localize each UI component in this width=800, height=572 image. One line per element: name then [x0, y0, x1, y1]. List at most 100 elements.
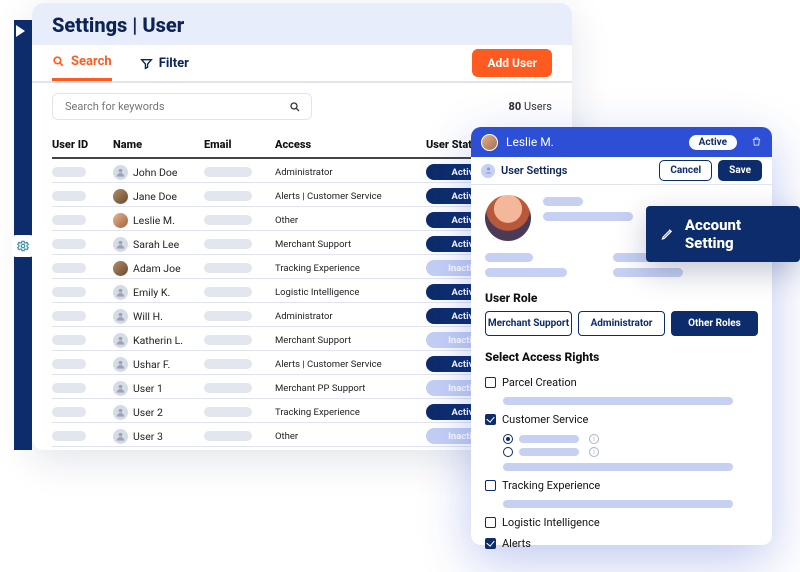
cell-name: User 2: [113, 405, 198, 420]
add-user-button[interactable]: Add User: [472, 49, 552, 77]
placeholder-pill: [204, 359, 252, 369]
cell-email: [204, 215, 269, 225]
cell-name: Adam Joe: [113, 261, 198, 276]
access-right-label: Alerts: [502, 537, 531, 550]
access-right-item[interactable]: Logistic Intelligence: [485, 516, 758, 529]
placeholder-pill: [52, 311, 86, 321]
cell-access: Other: [275, 431, 420, 442]
profile-avatar[interactable]: [485, 195, 531, 241]
placeholder-pill: [52, 431, 86, 441]
panel-user-name: Leslie M.: [506, 135, 554, 149]
cancel-button[interactable]: Cancel: [659, 160, 712, 181]
info-icon[interactable]: i: [589, 447, 599, 457]
cell-name: John Doe: [113, 165, 198, 180]
avatar: [113, 333, 128, 348]
avatar: [113, 357, 128, 372]
placeholder-bar: [519, 448, 579, 456]
cell-name: Emily K.: [113, 285, 198, 300]
save-button[interactable]: Save: [718, 160, 762, 181]
cell-email: [204, 431, 269, 441]
cell-user-id: [52, 215, 107, 225]
access-right-label: Customer Service: [502, 413, 588, 426]
checkbox[interactable]: [485, 538, 496, 549]
avatar: [113, 381, 128, 396]
account-setting-badge[interactable]: Account Setting: [646, 206, 800, 262]
account-setting-label: Account Setting: [685, 216, 786, 252]
panel-status-pill[interactable]: Active: [689, 135, 737, 150]
placeholder-pill: [204, 263, 252, 273]
cell-name: Sarah Lee: [113, 237, 198, 252]
placeholder-pill: [204, 407, 252, 417]
placeholder-pill: [52, 407, 86, 417]
user-name-label: Leslie M.: [133, 214, 175, 227]
cell-access: Administrator: [275, 311, 420, 322]
col-email: Email: [204, 138, 269, 151]
cell-access: Administrator: [275, 167, 420, 178]
user-name-label: Adam Joe: [133, 262, 181, 275]
access-right-item[interactable]: Parcel Creation: [485, 376, 758, 389]
access-right-item[interactable]: Alerts: [485, 537, 758, 550]
user-name-label: Sarah Lee: [133, 238, 179, 251]
checkbox[interactable]: [485, 517, 496, 528]
radio-option[interactable]: i: [503, 434, 758, 444]
cell-access: Logistic Intelligence: [275, 287, 420, 298]
cell-user-id: [52, 167, 107, 177]
tab-filter[interactable]: Filter: [140, 56, 189, 71]
tab-search-label: Search: [71, 54, 112, 69]
placeholder-line: [613, 268, 683, 277]
cell-name: Will H.: [113, 309, 198, 324]
search-input[interactable]: [63, 99, 283, 114]
placeholder-pill: [52, 383, 86, 393]
rail-settings-item[interactable]: [12, 235, 34, 257]
left-rail: [14, 20, 32, 450]
trash-icon: [751, 135, 762, 148]
cell-name: Jane Doe: [113, 189, 198, 204]
checkbox[interactable]: [485, 414, 496, 425]
radio-option[interactable]: i: [503, 447, 758, 457]
cell-access: Merchant Support: [275, 239, 420, 250]
checkbox[interactable]: [485, 377, 496, 388]
cell-access: Merchant PP Support: [275, 383, 420, 394]
role-button[interactable]: Administrator: [578, 311, 665, 336]
cell-email: [204, 311, 269, 321]
placeholder-pill: [204, 191, 252, 201]
info-icon[interactable]: i: [589, 434, 599, 444]
avatar: [113, 213, 128, 228]
placeholder-pill: [52, 263, 86, 273]
access-right-item[interactable]: Customer Service: [485, 413, 758, 426]
placeholder-pill: [52, 335, 86, 345]
placeholder-line: [485, 268, 567, 277]
cell-email: [204, 335, 269, 345]
access-right-item[interactable]: Tracking Experience: [485, 479, 758, 492]
placeholder-pill: [204, 335, 252, 345]
placeholder-pill: [52, 287, 86, 297]
panel-subtitle: User Settings: [501, 164, 567, 177]
panel-avatar: [481, 134, 498, 151]
cell-access: Other: [275, 215, 420, 226]
access-right-label: Tracking Experience: [502, 479, 600, 492]
user-name-label: User 2: [133, 406, 163, 419]
access-right-label: Parcel Creation: [502, 376, 577, 389]
user-name-label: John Doe: [133, 166, 177, 179]
placeholder-pill: [52, 239, 86, 249]
search-input-wrap[interactable]: [52, 93, 312, 120]
role-button[interactable]: Merchant Support: [485, 311, 572, 336]
cell-name: Leslie M.: [113, 213, 198, 228]
cell-user-id: [52, 431, 107, 441]
checkbox[interactable]: [485, 480, 496, 491]
role-button[interactable]: Other Roles: [671, 311, 758, 336]
placeholder-pill: [204, 239, 252, 249]
radio[interactable]: [503, 447, 513, 457]
cell-email: [204, 191, 269, 201]
cell-user-id: [52, 407, 107, 417]
cell-access: Tracking Experience: [275, 407, 420, 418]
placeholder-line: [543, 197, 583, 206]
toolbar: Search Filter Add User: [32, 45, 572, 83]
radio[interactable]: [503, 434, 513, 444]
delete-user-button[interactable]: [751, 133, 762, 152]
user-count: 80 Users: [509, 100, 552, 113]
cell-access: Alerts | Customer Service: [275, 191, 420, 202]
tab-search[interactable]: Search: [52, 45, 112, 81]
window-header: Settings | User: [32, 3, 572, 45]
user-count-value: 80: [509, 100, 522, 113]
